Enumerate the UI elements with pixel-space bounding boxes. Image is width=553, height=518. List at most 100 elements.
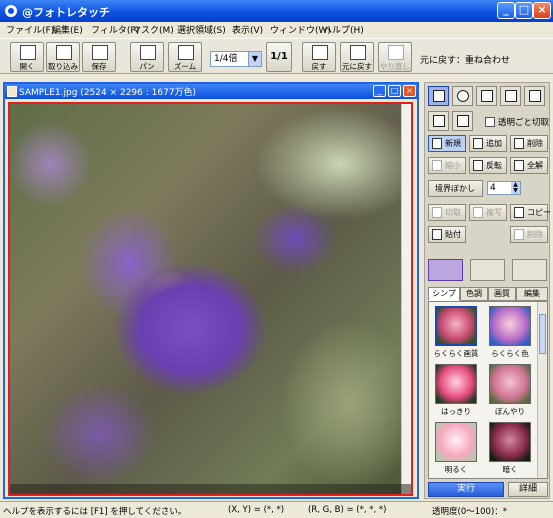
- menu-help[interactable]: ヘルプ(H): [323, 23, 364, 36]
- menu-file[interactable]: ファイル(F): [6, 23, 54, 36]
- delete-icon: [514, 138, 524, 149]
- zoom-button[interactable]: ズーム: [168, 42, 202, 72]
- select-add-button[interactable]: 追加: [469, 135, 507, 152]
- doc-maximize-button[interactable]: □: [388, 85, 401, 97]
- image-canvas[interactable]: [8, 102, 413, 496]
- shrink-icon: [432, 160, 442, 171]
- transparency-readout: 透明度(0～100)：*: [432, 507, 508, 517]
- coords-readout: (X, Y) = (*, *): [228, 505, 285, 515]
- run-button[interactable]: 実行: [428, 482, 504, 497]
- doc-minimize-button[interactable]: _: [373, 85, 386, 97]
- maximize-button[interactable]: □: [515, 2, 533, 19]
- border-blur-button[interactable]: 境界ぼかし: [428, 180, 483, 197]
- preset-darker[interactable]: 暗く: [485, 422, 535, 476]
- select-delete-button[interactable]: 削除: [510, 135, 548, 152]
- revert-button[interactable]: 戻す: [302, 42, 336, 72]
- preset-easy-quality[interactable]: らくらく画質: [431, 306, 481, 360]
- filter-subtabs: シンプル 色調 画質 編集: [428, 287, 548, 310]
- preset-soft[interactable]: ぼんやり: [485, 364, 535, 418]
- preset-thumbnail: [435, 422, 477, 462]
- copy-icon: [514, 207, 524, 218]
- preset-list: らくらく画質 らくらく色 はっきり ぼんやり 明るく 暗く: [428, 301, 548, 479]
- select-invert-button[interactable]: 反転: [469, 157, 507, 174]
- revert-icon: [312, 45, 328, 60]
- pan-icon: [140, 45, 156, 60]
- erase-icon: [514, 229, 524, 240]
- tool-panel: 透明ごと切取 新規 追加 削除 縮小 反転 全解 境界ぼかし 4 ▲ ▼ 切取 複写…: [424, 82, 551, 499]
- magnifier-icon: [178, 45, 194, 60]
- cut-button[interactable]: 切取: [428, 204, 466, 221]
- tab-filter[interactable]: [428, 259, 463, 281]
- menu-edit[interactable]: 編集(E): [52, 23, 83, 36]
- menu-selection[interactable]: 選択領域(S): [177, 23, 226, 36]
- ellipse-select-tool[interactable]: [452, 86, 473, 106]
- doc-close-button[interactable]: ×: [403, 85, 416, 97]
- import-button[interactable]: 取り込み: [46, 42, 80, 72]
- chevron-down-icon: ▼: [248, 52, 261, 66]
- zoom-select[interactable]: 1/4倍 ▼: [210, 51, 262, 67]
- transparent-cut-checkbox[interactable]: [485, 117, 495, 127]
- preset-brighter[interactable]: 明るく: [431, 422, 481, 476]
- preset-thumbnail: [435, 306, 477, 346]
- document-icon: [7, 86, 17, 97]
- paste-button[interactable]: 貼付: [428, 226, 466, 243]
- select-clear-button[interactable]: 全解: [510, 157, 548, 174]
- select-new-button[interactable]: 新規: [428, 135, 466, 152]
- actual-size-button[interactable]: 1/1: [266, 42, 292, 72]
- document-title: SAMPLE1.jpg (2524 × 2296 : 1677万色): [19, 88, 197, 98]
- scroll-thumb[interactable]: [539, 314, 546, 354]
- menu-view[interactable]: 表示(V): [232, 23, 263, 36]
- redo-button[interactable]: やり直し: [378, 42, 412, 72]
- toolbar: 開く 取り込み 保存 パン ズーム 1/4倍 ▼ 1/1 戻す 元に戻す やり直し…: [0, 38, 553, 74]
- undo-icon: [350, 45, 366, 60]
- blur-spinner[interactable]: 4 ▲ ▼: [487, 181, 521, 195]
- minimize-button[interactable]: _: [497, 2, 515, 19]
- horizontal-scrollbar[interactable]: [10, 484, 411, 494]
- preset-thumbnail: [489, 306, 531, 346]
- paste-icon: [432, 229, 442, 240]
- selection-shape-row: [428, 86, 548, 106]
- rect-select-tool[interactable]: [428, 86, 449, 106]
- preset-thumbnail: [435, 364, 477, 404]
- document-titlebar: SAMPLE1.jpg (2524 × 2296 : 1677万色) _ □ ×: [5, 84, 417, 99]
- subtab-quality[interactable]: 画質: [488, 287, 516, 301]
- menu-window[interactable]: ウィンドウ(W): [270, 23, 331, 36]
- preset-sharp[interactable]: はっきり: [431, 364, 481, 418]
- spin-arrows-icon: ▲ ▼: [511, 182, 520, 194]
- polygon-icon: [505, 90, 517, 102]
- save-button[interactable]: 保存: [82, 42, 116, 72]
- lasso-select-tool[interactable]: [476, 86, 497, 106]
- tab-text[interactable]: [512, 259, 547, 281]
- subtab-simple[interactable]: シンプル: [428, 287, 460, 310]
- copy-button[interactable]: コピー: [510, 204, 551, 221]
- wand-plus-icon: [457, 115, 469, 127]
- subtab-tone[interactable]: 色調: [460, 287, 488, 301]
- invert-icon: [473, 160, 483, 171]
- detail-button[interactable]: 詳細: [508, 482, 548, 497]
- open-button[interactable]: 開く: [10, 42, 44, 72]
- freeform-select-tool[interactable]: [524, 86, 545, 106]
- undo-button[interactable]: 元に戻す: [340, 42, 374, 72]
- folder-icon: [20, 45, 36, 60]
- select-shrink-button[interactable]: 縮小: [428, 157, 466, 174]
- menu-mask[interactable]: マスク(M): [132, 23, 174, 36]
- vertical-scrollbar[interactable]: [401, 104, 411, 494]
- polygon-select-tool[interactable]: [500, 86, 521, 106]
- scissors-icon: [432, 207, 442, 218]
- rgb-readout: (R, G, B) = (*, *, *): [308, 505, 387, 515]
- new-icon: [432, 138, 442, 149]
- color-wand-tool[interactable]: [452, 111, 473, 131]
- subtab-edit[interactable]: 編集: [516, 287, 548, 301]
- lasso-icon: [481, 90, 493, 102]
- help-text: ヘルプを表示するには [F1] を押してください。: [3, 507, 187, 517]
- preset-easy-color[interactable]: らくらく色: [485, 306, 535, 360]
- close-button[interactable]: ×: [533, 2, 551, 19]
- duplicate-button[interactable]: 複写: [469, 204, 507, 221]
- preset-scrollbar[interactable]: [537, 302, 547, 478]
- add-icon: [473, 138, 483, 149]
- tab-brush[interactable]: [470, 259, 505, 281]
- duplicate-icon: [473, 207, 483, 218]
- magic-wand-tool[interactable]: [428, 111, 449, 131]
- pan-button[interactable]: パン: [130, 42, 164, 72]
- erase-button[interactable]: 削除: [510, 226, 548, 243]
